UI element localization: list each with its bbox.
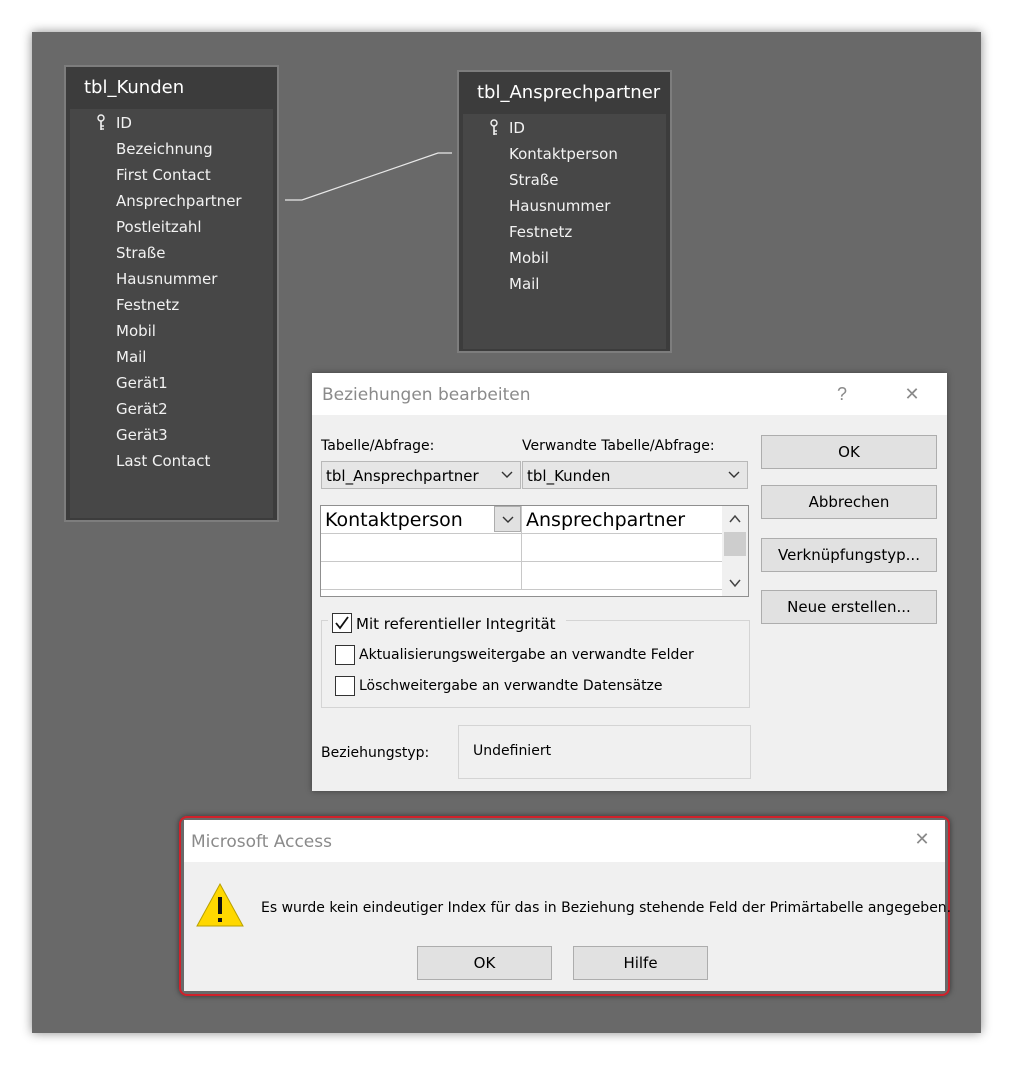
join-type-button[interactable]: Verknüpfungstyp... <box>761 538 937 572</box>
close-button[interactable]: ✕ <box>907 826 937 852</box>
field-mobil[interactable]: Mobil <box>116 321 156 341</box>
grid-right-field: Ansprechpartner <box>526 509 686 531</box>
cascade-update-checkbox[interactable] <box>335 645 355 665</box>
field-hausnummer[interactable]: Hausnummer <box>509 196 610 216</box>
message-title: Microsoft Access <box>191 832 332 852</box>
ok-button[interactable]: OK <box>761 435 937 469</box>
table-combo[interactable]: tbl_Ansprechpartner <box>321 461 521 489</box>
edit-relationships-dialog: Beziehungen bearbeiten ? ✕ Tabelle/Abfra… <box>312 373 947 791</box>
field-bezeichnung[interactable]: Bezeichnung <box>116 139 213 159</box>
grid-cell-empty[interactable] <box>522 534 723 562</box>
field-ansprechpartner[interactable]: Ansprechpartner <box>116 191 242 211</box>
field-mail[interactable]: Mail <box>509 274 539 294</box>
message-ok-button[interactable]: OK <box>417 946 552 980</box>
related-table-label: Verwandte Tabelle/Abfrage: <box>522 438 715 454</box>
field-postleitzahl[interactable]: Postleitzahl <box>116 217 202 237</box>
cascade-delete-label[interactable]: Löschweitergabe an verwandte Datensätze <box>359 678 663 694</box>
warning-icon <box>196 882 244 927</box>
close-button[interactable]: ✕ <box>897 381 927 407</box>
cancel-button[interactable]: Abbrechen <box>761 485 937 519</box>
primary-key-icon <box>490 119 498 135</box>
field-festnetz[interactable]: Festnetz <box>509 222 572 242</box>
field-mail[interactable]: Mail <box>116 347 146 367</box>
checkmark-icon <box>335 616 349 630</box>
related-table-combo[interactable]: tbl_Kunden <box>522 461 748 489</box>
cascade-update-label[interactable]: Aktualisierungsweitergabe an verwandte F… <box>359 647 694 663</box>
field-festnetz[interactable]: Festnetz <box>116 295 179 315</box>
message-box: Microsoft Access ✕ Es wurde kein eindeut… <box>184 820 951 991</box>
field-gerät2[interactable]: Gerät2 <box>116 399 168 419</box>
grid-cell-empty[interactable] <box>321 562 522 590</box>
primary-key-icon <box>97 114 105 130</box>
chevron-down-icon <box>501 471 513 478</box>
field-first-contact[interactable]: First Contact <box>116 165 211 185</box>
cascade-delete-checkbox[interactable] <box>335 676 355 696</box>
relation-type-label: Beziehungstyp: <box>321 745 430 761</box>
scroll-thumb[interactable] <box>724 532 746 556</box>
scroll-up-icon[interactable] <box>728 512 742 526</box>
help-button[interactable]: Hilfe <box>573 946 708 980</box>
field-gerät3[interactable]: Gerät3 <box>116 425 168 445</box>
table-query-label: Tabelle/Abfrage: <box>321 438 435 454</box>
field-grid: Kontaktperson Ansprechpartner <box>320 505 749 597</box>
field-id[interactable]: ID <box>116 113 132 133</box>
chevron-down-icon <box>728 471 740 478</box>
referential-integrity-label[interactable]: Mit referentieller Integrität <box>356 615 556 633</box>
relation-type-box: Undefiniert <box>458 725 751 779</box>
referential-integrity-checkbox[interactable] <box>332 613 352 633</box>
message-titlebar: Microsoft Access ✕ <box>184 820 945 862</box>
grid-cell-empty[interactable] <box>522 562 723 590</box>
dialog-title: Beziehungen bearbeiten <box>322 385 531 405</box>
related-combo-value: tbl_Kunden <box>527 467 611 485</box>
dialog-titlebar: Beziehungen bearbeiten ? ✕ <box>312 373 947 415</box>
grid-dropdown-button[interactable] <box>494 506 521 532</box>
message-text: Es wurde kein eindeutiger Index für das … <box>261 900 952 916</box>
field-kontaktperson[interactable]: Kontaktperson <box>509 144 618 164</box>
help-button[interactable]: ? <box>827 381 857 407</box>
table-title: tbl_Kunden <box>84 77 185 98</box>
grid-left-field: Kontaktperson <box>325 509 463 531</box>
grid-cell-left[interactable]: Kontaktperson <box>321 506 522 534</box>
table-title: tbl_Ansprechpartner <box>477 82 661 103</box>
table-ansprechpartner[interactable]: tbl_Ansprechpartner ID Kontaktperson Straß… <box>457 70 672 353</box>
field-list: ID Bezeichnung First Contact Ansprechpartne… <box>70 109 273 518</box>
create-new-button[interactable]: Neue erstellen... <box>761 590 937 624</box>
grid-cell-empty[interactable] <box>321 534 522 562</box>
field-straße[interactable]: Straße <box>509 170 558 190</box>
scroll-down-icon[interactable] <box>728 576 742 590</box>
field-list: ID Kontaktperson Straße Hausnummer Festnetz M… <box>463 114 666 349</box>
chevron-down-icon <box>502 516 514 523</box>
grid-cell-right[interactable]: Ansprechpartner <box>522 506 723 534</box>
field-straße[interactable]: Straße <box>116 243 165 263</box>
field-gerät1[interactable]: Gerät1 <box>116 373 168 393</box>
relation-type-value: Undefiniert <box>473 743 552 759</box>
table-combo-value: tbl_Ansprechpartner <box>326 467 479 485</box>
field-id[interactable]: ID <box>509 118 525 138</box>
table-kunden[interactable]: tbl_Kunden ID Bezeichnung First Contact Ans… <box>64 65 279 522</box>
field-last-contact[interactable]: Last Contact <box>116 451 210 471</box>
field-hausnummer[interactable]: Hausnummer <box>116 269 217 289</box>
grid-scrollbar[interactable] <box>722 506 748 596</box>
field-mobil[interactable]: Mobil <box>509 248 549 268</box>
